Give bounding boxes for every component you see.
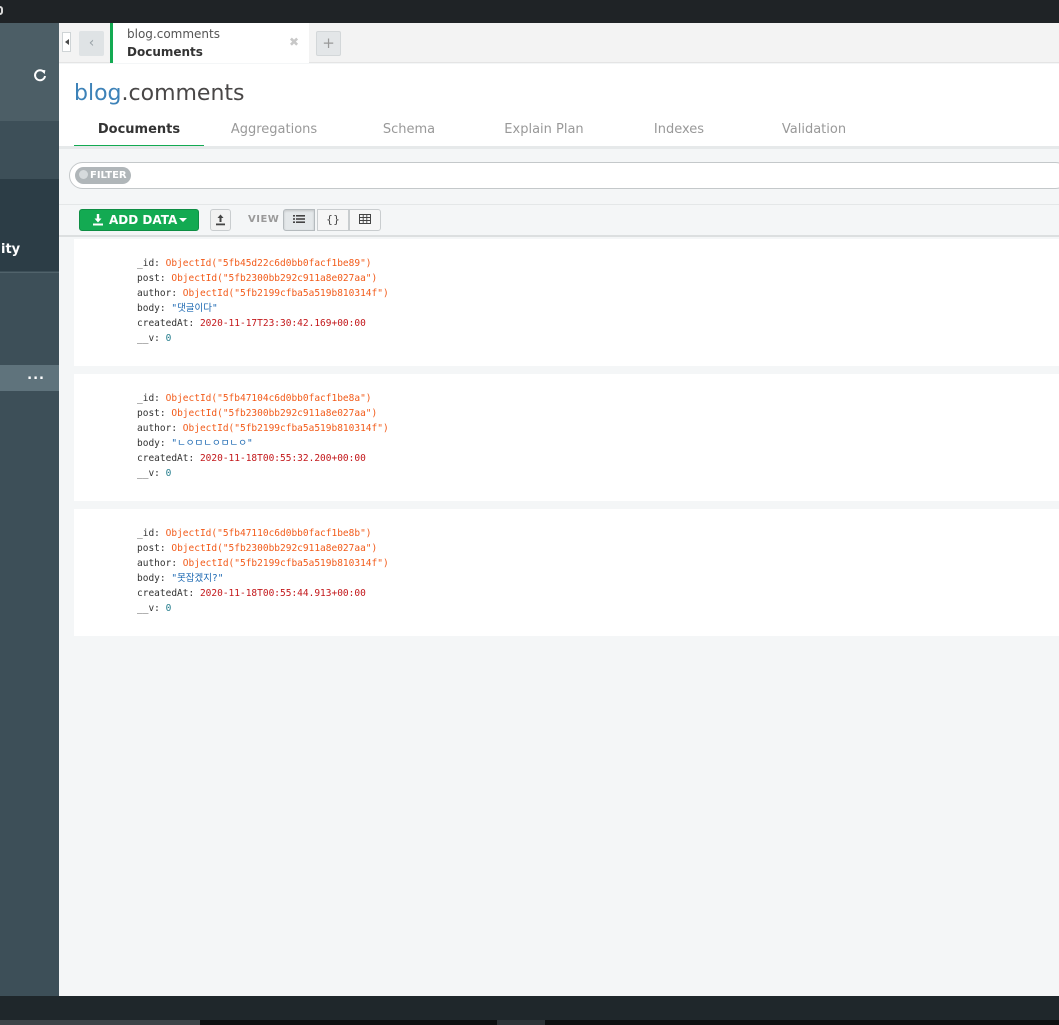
document-card[interactable]: _id: ObjectId("5fb45d22c6d0bb0facf1be89"… (74, 239, 1059, 366)
document-field: createdAt: 2020-11-18T00:55:44.913+00:00 (137, 588, 366, 599)
document-field: post: ObjectId("5fb2300bb292c911a8e027aa… (137, 543, 378, 554)
sidebar-item-menu[interactable]: ... (27, 368, 45, 383)
sidebar-activity-section[interactable]: ity (0, 179, 59, 271)
document-field: author: ObjectId("5fb2199cfba5a519b81031… (137, 423, 389, 434)
document-field: _id: ObjectId("5fb47104c6d0bb0facf1be8a"… (137, 393, 372, 404)
tab-documents[interactable]: Documents (74, 118, 204, 148)
app-logo-icon (0, 6, 3, 15)
caret-down-icon (179, 218, 187, 222)
document-card[interactable]: _id: ObjectId("5fb47110c6d0bb0facf1be8b"… (74, 509, 1059, 636)
plus-icon: + (322, 34, 335, 52)
sidebar-divider (0, 272, 59, 302)
sidebar-item-blog-comments[interactable]: ... (0, 365, 59, 391)
document-field: createdAt: 2020-11-17T23:30:42.169+00:00 (137, 318, 366, 329)
taskbar-strip (0, 1020, 200, 1025)
list-icon (293, 215, 305, 223)
query-bar: FILTER (59, 149, 1059, 204)
tab-back-button[interactable]: ‹ (79, 31, 104, 56)
download-icon (93, 214, 103, 226)
database-name-link[interactable]: blog (74, 81, 122, 106)
document-field: __v: 0 (137, 468, 172, 479)
document-field: author: ObjectId("5fb2199cfba5a519b81031… (137, 288, 389, 299)
tab-validation[interactable]: Validation (744, 118, 884, 148)
document-field: post: ObjectId("5fb2300bb292c911a8e027aa… (137, 273, 378, 284)
upload-icon (216, 214, 225, 226)
document-field: body: "ㄴㅇㅁㄴㅇㅁㄴㅇ" (137, 438, 253, 449)
filter-pill-label: FILTER (90, 170, 127, 181)
taskbar-strip (200, 1020, 1059, 1025)
document-field: __v: 0 (137, 333, 172, 344)
info-icon (79, 170, 88, 179)
tab-indexes[interactable]: Indexes (614, 118, 744, 148)
document-field: _id: ObjectId("5fb47110c6d0bb0facf1be8b"… (137, 528, 372, 539)
bottom-status-bar (0, 996, 1059, 1025)
tab-scroll-left-button[interactable] (62, 32, 71, 52)
filter-input[interactable]: FILTER (69, 162, 1059, 189)
sidebar-activity-label: ity (1, 242, 21, 257)
sidebar: ity ... (0, 23, 59, 996)
tab-schema[interactable]: Schema (344, 118, 474, 148)
document-field: body: "못잡겠지?" (137, 573, 224, 584)
document-card[interactable]: _id: ObjectId("5fb47104c6d0bb0facf1be8a"… (74, 374, 1059, 501)
braces-icon: {} (326, 213, 340, 226)
tab-blog-comments[interactable]: blog.comments Documents ✖ (110, 23, 309, 63)
document-field: __v: 0 (137, 603, 172, 614)
tab-subtitle: Documents (127, 45, 203, 59)
tab-explain-plan[interactable]: Explain Plan (474, 118, 614, 148)
filter-pill[interactable]: FILTER (75, 167, 131, 184)
json-view-button[interactable]: {} (317, 209, 349, 231)
list-view-button[interactable] (283, 209, 315, 231)
documents-list: _id: ObjectId("5fb45d22c6d0bb0facf1be89"… (59, 239, 1059, 996)
add-tab-button[interactable]: + (316, 31, 341, 56)
add-data-label: ADD DATA (109, 213, 178, 227)
chevron-left-icon: ‹ (88, 35, 95, 51)
document-field: createdAt: 2020-11-18T00:55:32.200+00:00 (137, 453, 366, 464)
document-field: post: ObjectId("5fb2300bb292c911a8e027aa… (137, 408, 378, 419)
collection-name: comments (128, 81, 245, 106)
table-view-button[interactable] (349, 209, 381, 231)
tab-strip: ‹ blog.comments Documents ✖ + (59, 23, 1059, 63)
table-icon (359, 214, 371, 224)
document-field: _id: ObjectId("5fb45d22c6d0bb0facf1be89"… (137, 258, 372, 269)
sidebar-instance-header (0, 23, 59, 121)
close-icon[interactable]: ✖ (289, 35, 299, 49)
export-collection-button[interactable] (210, 209, 231, 231)
namespace-dot: . (121, 81, 129, 106)
view-label: VIEW (248, 214, 280, 225)
document-field: author: ObjectId("5fb2199cfba5a519b81031… (137, 558, 389, 569)
add-data-button[interactable]: ADD DATA (79, 209, 199, 231)
taskbar-strip (497, 1020, 545, 1025)
page-title: blog.comments (74, 81, 245, 106)
collection-header: blog.comments Documents Aggregations Sch… (59, 64, 1059, 148)
document-field: body: "댓글이다" (137, 303, 218, 314)
window-title-bar (0, 0, 1059, 23)
refresh-icon[interactable] (33, 68, 47, 82)
documents-toolbar: ADD DATA VIEW {} (59, 204, 1059, 237)
tab-namespace: blog.comments (127, 27, 220, 41)
tab-aggregations[interactable]: Aggregations (204, 118, 344, 148)
